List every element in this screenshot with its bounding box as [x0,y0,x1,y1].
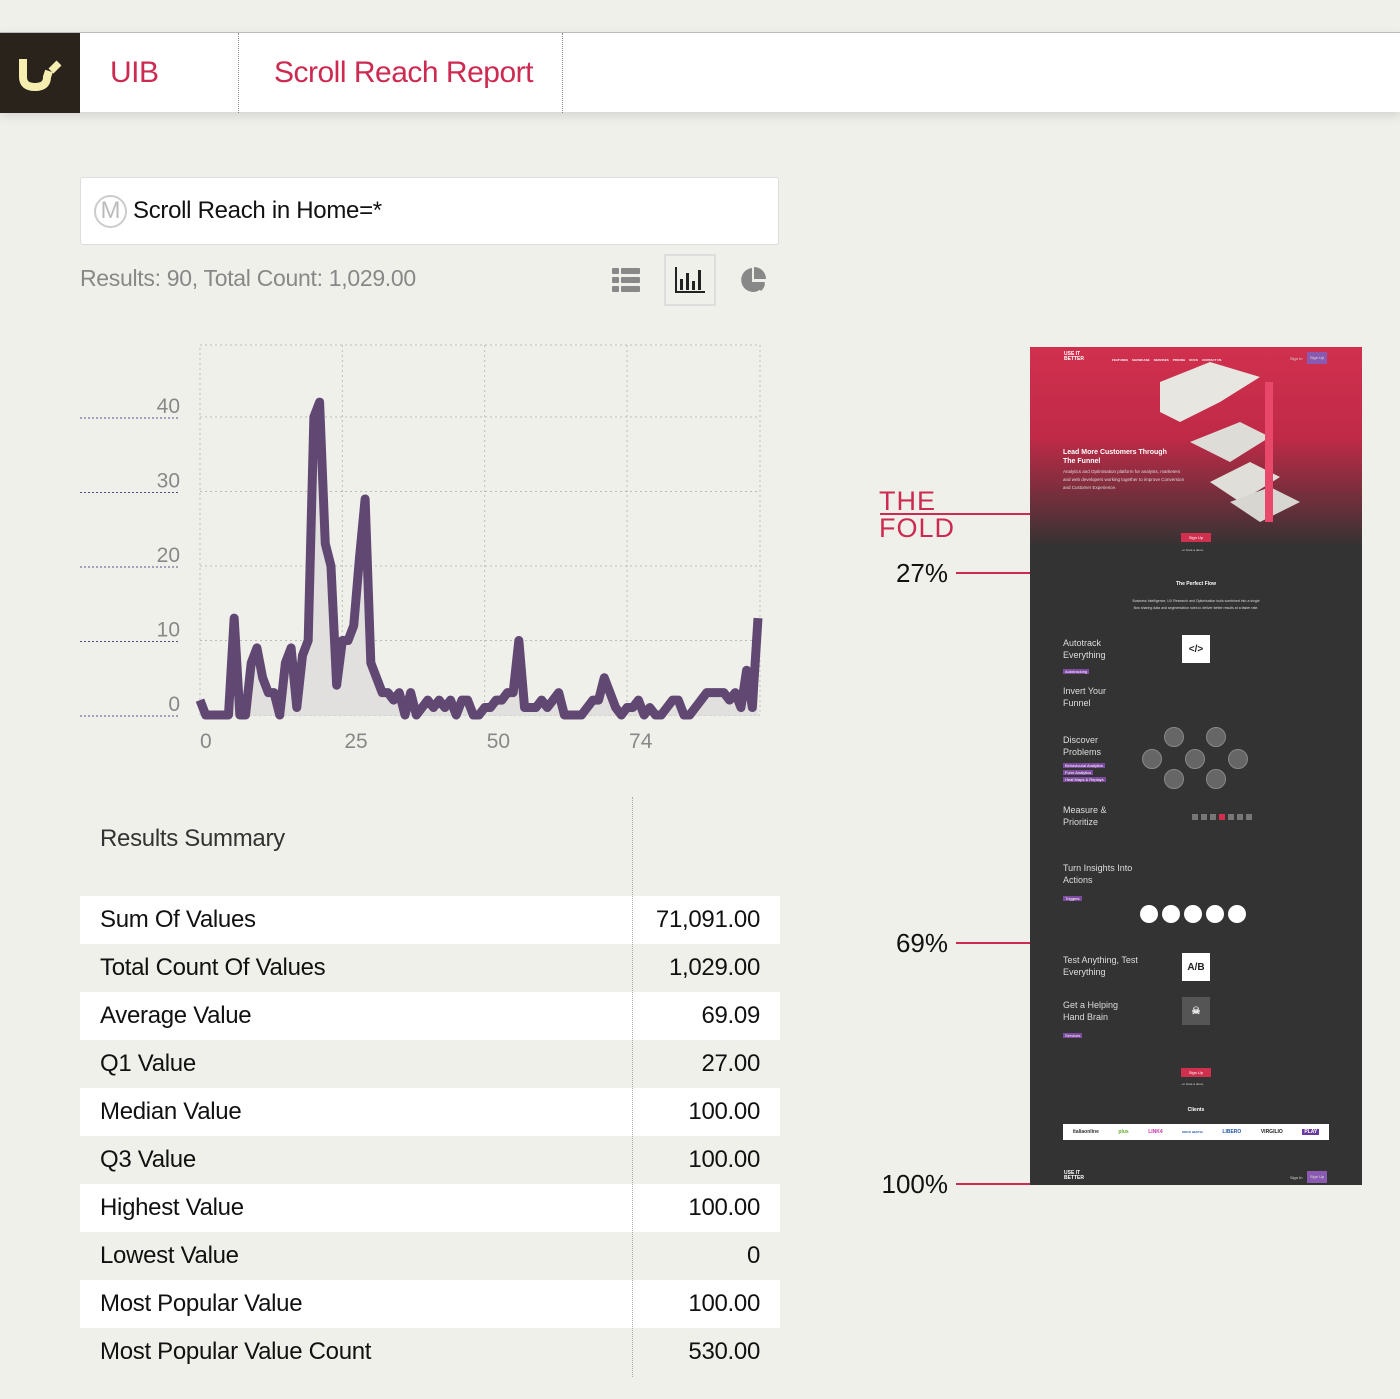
client-logo: PLAY [1302,1129,1320,1135]
summary-value: 69.09 [701,1002,760,1029]
thumb-book-demo: ...or book a demo [1180,1082,1204,1086]
thumb-feature-title: Autotrack Everything [1063,638,1106,660]
thumb-measure-icons [1192,802,1252,832]
thumb-book-demo: ...or book a demo [1180,548,1204,552]
thumb-signup-button: Sign Up [1181,533,1211,542]
summary-row: Lowest Value 0 [80,1232,780,1280]
thumb-feature-title: Turn Insights Into Actions [1063,863,1133,885]
fold-label-line2: FOLD [879,513,956,543]
y-tick-label: 0 [168,693,180,716]
summary-label: Most Popular Value Count [100,1338,372,1365]
summary-row: Most Popular Value 100.00 [80,1280,780,1328]
client-logo: LIBERO [1222,1129,1242,1135]
marker-line [956,1183,1030,1185]
summary-row: Sum Of Values 71,091.00 [80,896,780,944]
thumb-clients-title: Clients [1187,1107,1205,1113]
summary-value: 1,029.00 [668,954,760,981]
thumb-hero-title: Lead More Customers Through The Funnel [1063,449,1167,465]
x-tick-label: 25 [344,730,367,753]
ab-test-icon: A/B [1182,953,1210,981]
x-tick-label: 0 [200,730,212,753]
summary-value: 100.00 [688,1194,760,1221]
thumb-footer-sign-up: Sign Up [1307,1171,1328,1183]
y-tick-label: 10 [157,619,180,642]
client-logo: ERGO HESTIA [1182,1130,1203,1134]
summary-value: 27.00 [701,1050,760,1077]
marker-line [956,942,1030,944]
thumb-tag: Autotracking [1063,669,1090,674]
y-tick-label: 30 [157,470,180,493]
thumb-tag: Services [1063,1033,1083,1038]
summary-label: Highest Value [100,1194,244,1221]
summary-label: Average Value [100,1002,252,1029]
code-icon: </> [1182,635,1210,663]
thumb-sign-up: Sign Up [1307,352,1328,364]
client-logo: LINK4 [1148,1129,1163,1135]
thumb-feature-title: Measure & Prioritize [1063,805,1107,827]
isometric-illustration [1160,362,1300,522]
thumb-signup-button: Sign Up [1181,1068,1211,1077]
summary-value: 100.00 [688,1098,760,1125]
thumb-tag: Form Analytics [1063,770,1094,775]
summary-row: Average Value 69.09 [80,992,780,1040]
summary-value: 0 [746,1242,760,1269]
thumb-flow-text: Business Intelligence, UX Research and O… [1132,599,1260,610]
summary-row: Highest Value 100.00 [80,1184,780,1232]
y-tick-label: 20 [157,544,180,567]
summary-value: 71,091.00 [655,906,760,933]
summary-value: 100.00 [688,1146,760,1173]
thumb-feature-title: Get a Helping Hand Brain [1063,1000,1119,1022]
summary-row: Q1 Value 27.00 [80,1040,780,1088]
summary-label: Sum Of Values [100,906,256,933]
summary-label: Total Count Of Values [100,954,326,981]
client-logo: plus [1118,1129,1129,1135]
x-tick-label: 50 [487,730,510,753]
thumb-footer-sign-in: Sign In [1290,1175,1303,1180]
client-logo: italiaonline [1072,1129,1099,1135]
summary-value: 100.00 [688,1290,760,1317]
y-tick-label: 40 [157,395,180,418]
fold-label-line1: THE [879,486,936,516]
thumb-logo: USE IT BETTER [1064,351,1084,362]
thumb-feature-title: Discover Problems [1063,735,1102,757]
column-divider [632,797,633,1377]
summary-row: Median Value 100.00 [80,1088,780,1136]
thumb-flow-title: The Perfect Flow [1175,581,1216,587]
marker-label: 100% [881,1169,949,1199]
marker-line [956,572,1030,574]
thumb-nav-item: SHOWCASE [1131,358,1150,362]
thumb-tag: Triggers [1063,896,1082,901]
thumb-trigger-icons [1140,905,1246,923]
summary-label: Most Popular Value [100,1290,303,1317]
summary-label: Q1 Value [100,1050,196,1077]
scroll-reach-chart: 0 10 20 30 40 0 25 50 74 [80,344,763,753]
series-line [195,397,763,720]
thumb-tag: Behavioural Analytics [1063,763,1106,768]
brain-icon: ☠ [1182,997,1210,1025]
summary-row: Total Count Of Values 1,029.00 [80,944,780,992]
summary-row: Q3 Value 100.00 [80,1136,780,1184]
summary-value: 530.00 [688,1338,760,1365]
summary-label: Lowest Value [100,1242,239,1269]
thumb-feature-title: Test Anything, Test Everything [1063,955,1138,977]
summary-row: Most Popular Value Count 530.00 [80,1328,780,1376]
thumb-tag: Heat Maps & Replays [1063,777,1106,782]
page-thumbnail: USE IT BETTER FEATURES SHOWCASE SERVICES PRI… [1030,347,1362,1185]
summary-label: Q3 Value [100,1146,196,1173]
thumb-feature-title: Invert Your Funnel [1063,686,1107,708]
thumb-footer-logo: USE IT BETTER [1064,1170,1084,1181]
thumb-hero-text: Analytics and Optimisation platform for … [1063,469,1185,490]
marker-label: 69% [895,928,948,958]
client-logo: VIRGILIO [1260,1129,1283,1135]
summary-label: Median Value [100,1098,242,1125]
thumb-nav-item: FEATURES [1112,358,1128,362]
x-tick-label: 74 [629,730,653,753]
thumb-clients-strip: italiaonline plus LINK4 ERGO HESTIA LIBERO VI… [1063,1124,1329,1140]
summary-title: Results Summary [100,825,285,852]
marker-label: 27% [895,558,948,588]
